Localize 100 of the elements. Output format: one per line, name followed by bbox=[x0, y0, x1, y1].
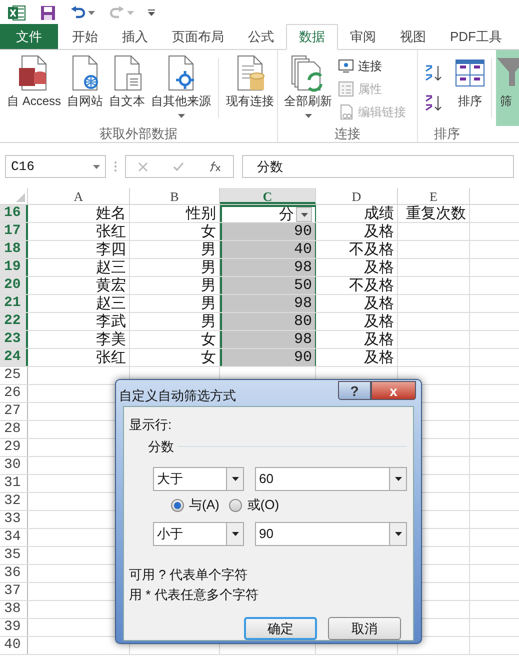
caret-icon bbox=[300, 212, 308, 216]
checkmark-icon[interactable] bbox=[172, 162, 184, 171]
row-header[interactable]: 29 bbox=[0, 439, 28, 456]
close-button[interactable]: x bbox=[371, 381, 416, 400]
table-cell: 及格 bbox=[364, 313, 394, 330]
ribbon-button[interactable]: 自文本 bbox=[106, 50, 148, 126]
row-header[interactable]: 39 bbox=[0, 619, 28, 636]
row-header[interactable]: 19 bbox=[0, 259, 28, 276]
table-cell: 80 bbox=[294, 313, 312, 330]
column-header[interactable]: C bbox=[220, 188, 316, 204]
table-cell: 不及格 bbox=[349, 241, 394, 258]
table-cell: 90 bbox=[294, 223, 312, 240]
ribbon-tab[interactable]: 数据 bbox=[286, 24, 338, 50]
group-label: 连接 bbox=[334, 126, 362, 142]
corner-triangle-icon bbox=[16, 193, 25, 202]
row-header[interactable]: 17 bbox=[0, 223, 28, 240]
row-header[interactable]: 20 bbox=[0, 277, 28, 294]
row-header[interactable]: 22 bbox=[0, 313, 28, 330]
formula-field[interactable]: 分数 bbox=[242, 155, 514, 178]
caret-icon bbox=[394, 477, 402, 481]
table-cell: 及格 bbox=[364, 331, 394, 348]
table-cell: 性别 bbox=[186, 205, 216, 222]
hint-text: 用 * 代表任意多个字符 bbox=[129, 586, 260, 603]
ribbon-button[interactable]: 自其他来源 bbox=[148, 50, 214, 126]
ribbon-tab[interactable]: 开始 bbox=[60, 24, 110, 49]
row-header[interactable]: 24 bbox=[0, 349, 28, 366]
table-cell: 女 bbox=[201, 223, 216, 240]
row-header[interactable]: 34 bbox=[0, 529, 28, 546]
row-header[interactable]: 31 bbox=[0, 475, 28, 492]
row-header[interactable]: 30 bbox=[0, 457, 28, 474]
row-header[interactable]: 28 bbox=[0, 421, 28, 438]
save-icon[interactable] bbox=[40, 4, 56, 20]
column-header[interactable]: E bbox=[398, 188, 470, 204]
ribbon-tab[interactable]: 审阅 bbox=[338, 24, 388, 49]
caret-icon bbox=[93, 164, 100, 168]
ribbon-button[interactable]: 自 Access bbox=[4, 50, 64, 126]
row-header[interactable]: 35 bbox=[0, 547, 28, 564]
row-header[interactable]: 21 bbox=[0, 295, 28, 312]
table-cell: 李美 bbox=[96, 331, 126, 348]
ribbon-button[interactable]: 自网站 bbox=[64, 50, 106, 126]
filter-dropdown-button[interactable] bbox=[296, 207, 312, 222]
caret-icon bbox=[127, 10, 134, 14]
dropdown-field[interactable]: 60 bbox=[255, 467, 407, 491]
dialog-title: 自定义自动筛选方式 bbox=[118, 387, 237, 405]
filter-button[interactable]: 筛 bbox=[496, 50, 519, 126]
ribbon-tab[interactable]: 插入 bbox=[110, 24, 160, 49]
row-header[interactable]: 37 bbox=[0, 583, 28, 600]
row-header[interactable]: 16 bbox=[0, 205, 28, 222]
radio-option[interactable]: 与(A) bbox=[171, 495, 220, 515]
table-cell: 及格 bbox=[364, 349, 394, 366]
dropdown-field[interactable]: 小于 bbox=[153, 522, 244, 546]
row-header[interactable]: 32 bbox=[0, 493, 28, 510]
ribbon-tab[interactable]: 视图 bbox=[388, 24, 438, 49]
table-cell: 男 bbox=[201, 277, 216, 294]
name-box[interactable]: C16 bbox=[5, 155, 106, 178]
properties-icon bbox=[338, 80, 354, 96]
ribbon-tab[interactable]: 公式 bbox=[236, 24, 286, 49]
table-cell: 张红 bbox=[96, 349, 126, 366]
row-header[interactable]: 33 bbox=[0, 511, 28, 528]
hint-text: 可用 ? 代表单个字符 bbox=[129, 566, 248, 583]
ribbon-small-button[interactable]: 连接 bbox=[338, 54, 406, 77]
ribbon-button[interactable]: 全部刷新 bbox=[282, 50, 334, 126]
table-cell: 及格 bbox=[364, 259, 394, 276]
ribbon-button[interactable]: 现有连接 bbox=[223, 50, 278, 126]
table-cell: 赵三 bbox=[96, 259, 126, 276]
grip-icon bbox=[114, 161, 117, 172]
dropdown-field[interactable]: 90 bbox=[255, 522, 407, 546]
ribbon-button[interactable]: 排序 bbox=[450, 50, 490, 126]
table-cell: 98 bbox=[294, 295, 312, 312]
spreadsheet-app-icon[interactable] bbox=[8, 4, 26, 20]
help-button[interactable]: ? bbox=[338, 381, 371, 400]
dialog-button[interactable]: 确定 bbox=[244, 617, 317, 640]
table-cell: 男 bbox=[201, 259, 216, 276]
caret-icon bbox=[232, 532, 238, 536]
row-header[interactable]: 25 bbox=[0, 367, 28, 384]
row-header[interactable]: 18 bbox=[0, 241, 28, 258]
table-cell: 重复次数 bbox=[406, 205, 466, 222]
function-icon[interactable] bbox=[208, 161, 221, 172]
funnel-icon bbox=[497, 58, 519, 86]
undo-icon[interactable] bbox=[70, 6, 86, 20]
ribbon-tab[interactable]: PDF工具 bbox=[438, 24, 514, 49]
radio-option[interactable]: 或(O) bbox=[229, 495, 280, 515]
customize-toolbar-icon[interactable] bbox=[148, 9, 155, 16]
ribbon-tab[interactable]: 页面布局 bbox=[160, 24, 236, 49]
column-header[interactable]: D bbox=[316, 188, 398, 204]
column-header[interactable]: A bbox=[28, 188, 130, 204]
dropdown-field[interactable]: 大于 bbox=[153, 467, 244, 491]
field-name: 分数 bbox=[148, 438, 174, 456]
caret-icon bbox=[232, 477, 238, 481]
row-header[interactable]: 38 bbox=[0, 601, 28, 618]
ribbon-tab[interactable]: 文件 bbox=[0, 24, 58, 49]
row-header[interactable]: 27 bbox=[0, 403, 28, 420]
dialog-button[interactable]: 取消 bbox=[328, 617, 401, 640]
table-cell: 李四 bbox=[96, 241, 126, 258]
row-header[interactable]: 40 bbox=[0, 637, 28, 654]
table-cell: 女 bbox=[201, 349, 216, 366]
edit-links-icon bbox=[338, 104, 354, 120]
row-header[interactable]: 26 bbox=[0, 385, 28, 402]
row-header[interactable]: 36 bbox=[0, 565, 28, 582]
row-header[interactable]: 23 bbox=[0, 331, 28, 348]
